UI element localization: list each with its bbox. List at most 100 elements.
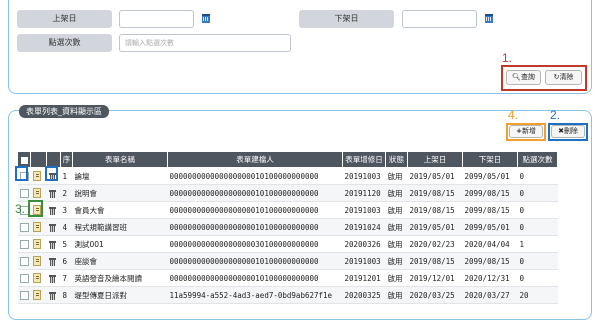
row-checkbox-cell[interactable] [17,218,31,236]
cell-start: 2020/03/25 [407,286,463,304]
row-checkbox[interactable] [19,239,29,249]
row-edit-cell[interactable] [30,269,47,287]
row-edit-cell[interactable] [30,184,47,202]
trash-icon[interactable] [48,240,56,249]
row-checkbox-cell[interactable] [17,252,31,270]
cell-end: 2020/04/04 [462,235,518,253]
row-checkbox[interactable] [19,222,29,232]
cell-seq: 4 [60,218,73,236]
query-button[interactable]: 🔍︎查詢 [506,70,541,85]
cell-clicks: 0 [517,218,558,236]
row-delete-cell[interactable] [46,252,61,270]
header-seq: 序 [60,151,73,168]
table-row: 2 說明會 000000000000000000010100000000000 201… [17,184,558,202]
select-all-checkbox[interactable] [20,156,28,164]
trash-icon[interactable] [48,223,56,232]
annotation-3: 3. [15,202,26,216]
row-edit-cell[interactable] [30,218,47,236]
publish-date-input[interactable] [119,10,194,28]
header-start: 上架日 [407,151,463,168]
cell-creator: 000000000000000000010100000000000 [167,201,343,219]
pencil-document-icon[interactable] [32,188,41,198]
cell-creator: 000000000000000000010100000000000 [167,252,343,270]
clear-button[interactable]: ↻清除 [545,70,582,85]
row-edit-cell[interactable] [30,235,47,253]
form-list-table: 序 表單名稱 表單建檔人 表單增修日 狀態 上架日 下架日 點選次數 1 論壇 00… [17,151,558,304]
row-checkbox-cell[interactable] [17,235,31,253]
calendar-icon[interactable] [485,14,493,23]
pencil-document-icon[interactable] [32,290,41,300]
row-checkbox[interactable] [19,256,29,266]
trash-icon[interactable] [48,257,56,266]
row1-trash-highlight [45,166,58,181]
row-delete-cell[interactable] [46,201,61,219]
unpublish-date-input[interactable] [402,10,477,28]
cell-name: 英語發音及繪本閱讀 [72,269,168,287]
annotation-2: 2. [550,108,561,122]
list-panel: 表單列表_資料顯示區 4. 2. +新增 ✖刪除 序 表單名稱 表單建檔人 表單… [8,105,592,320]
cell-clicks: 0 [517,269,558,287]
publish-date-label: 上架日 [17,10,112,28]
cell-creator: 000000000000000000010100000000000 [167,218,343,236]
row-delete-cell[interactable] [46,218,61,236]
cell-clicks: 1 [517,235,558,253]
row-delete-cell[interactable] [46,235,61,253]
cell-start: 2019/12/01 [407,269,463,287]
cell-modified: 20191003 [342,167,386,185]
cell-status: 啟用 [385,235,408,253]
cell-modified: 20191003 [342,252,386,270]
add-button[interactable]: +新增 [509,125,543,138]
row-delete-cell[interactable] [46,184,61,202]
row-checkbox-cell[interactable] [17,269,31,287]
pencil-document-icon[interactable] [32,273,41,283]
cell-name: 程式規範講習班 [72,218,168,236]
cell-modified: 20191003 [342,201,386,219]
cell-status: 啟用 [385,252,408,270]
row-checkbox[interactable] [19,188,29,198]
header-modified: 表單增修日 [342,151,386,168]
cell-end: 2099/08/15 [462,252,518,270]
trash-icon[interactable] [48,189,56,198]
cell-modified: 20200326 [342,235,386,253]
row-checkbox[interactable] [19,273,29,283]
trash-icon[interactable] [48,206,56,215]
cell-status: 啟用 [385,167,408,185]
cell-status: 啟用 [385,286,408,304]
row3-edit-highlight [28,200,43,217]
cell-clicks: 0 [517,252,558,270]
table-row: 5 測試001 000000000000000000030100000000000 2… [17,235,558,253]
pencil-document-icon[interactable] [32,222,41,232]
row-delete-cell[interactable] [46,286,61,304]
row-checkbox-cell[interactable] [17,184,31,202]
pencil-document-icon[interactable] [32,256,41,266]
cell-name: 論壇 [72,167,168,185]
row-checkbox[interactable] [19,290,29,300]
unpublish-date-label: 下架日 [299,10,394,28]
row-delete-cell[interactable] [46,269,61,287]
row-edit-cell[interactable] [30,252,47,270]
pencil-document-icon[interactable] [32,239,41,249]
delete-button[interactable]: ✖刪除 [551,125,585,138]
row-edit-cell[interactable] [30,286,47,304]
cell-start: 2020/02/23 [407,235,463,253]
cell-start: 2019/08/15 [407,201,463,219]
cell-start: 2019/08/15 [407,184,463,202]
calendar-icon[interactable] [202,14,210,23]
cell-start: 2019/05/01 [407,167,463,185]
header-form-name: 表單名稱 [72,151,168,168]
trash-icon[interactable] [48,274,56,283]
header-clicks: 點選次數 [517,151,558,168]
row-checkbox-cell[interactable] [17,286,31,304]
cell-end: 2099/08/15 [462,184,518,202]
pencil-document-icon[interactable] [32,171,41,181]
magnifier-icon: 🔍︎ [512,73,521,81]
cell-end: 2099/05/01 [462,167,518,185]
cell-name: 說明會 [72,184,168,202]
trash-icon[interactable] [48,291,56,300]
header-creator: 表單建檔人 [167,151,343,168]
cell-start: 2019/05/01 [407,218,463,236]
cell-seq: 5 [60,235,73,253]
table-row: 6 座談會 000000000000000000010100000000000 201… [17,252,558,270]
cell-status: 啟用 [385,269,408,287]
clicks-input[interactable]: 請輸入點選次數 [119,34,291,52]
